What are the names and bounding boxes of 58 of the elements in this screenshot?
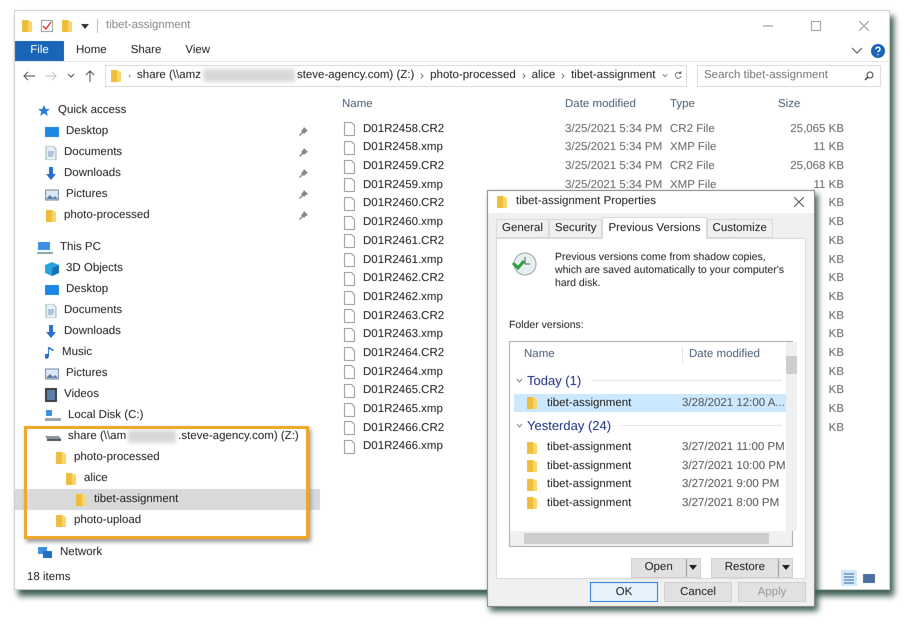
file-name: D01R2461.xmp bbox=[363, 252, 443, 268]
file-name: D01R2462.xmp bbox=[363, 290, 443, 305]
file-size: 25,068 KB bbox=[790, 160, 844, 172]
file-type: CR2 File bbox=[670, 160, 715, 172]
list-label: Folder versions: bbox=[509, 318, 585, 334]
file-size: KB bbox=[828, 290, 844, 303]
window-title: tibet-assignment bbox=[106, 18, 190, 34]
date-modified: 3/25/2021 5:34 PM bbox=[565, 122, 662, 135]
file-type: XMP File bbox=[670, 178, 716, 191]
dialog-title: tibet-assignment Properties bbox=[516, 194, 656, 210]
file-name: D01R2462.CR2 bbox=[363, 271, 444, 286]
file-size: 25,065 KB bbox=[790, 122, 844, 135]
version-date: 3/27/2021 9:00 PM bbox=[682, 477, 780, 492]
file-name: D01R2461.CR2 bbox=[363, 234, 444, 249]
file-name: D01R2463.xmp bbox=[363, 327, 443, 342]
version-name: tibet-assignment bbox=[547, 477, 632, 492]
file-name: D01R2460.xmp bbox=[363, 215, 443, 230]
file-name: D01R2463.CR2 bbox=[363, 308, 444, 324]
version-name: tibet-assignment bbox=[547, 496, 632, 511]
file-type: CR2 File bbox=[670, 122, 715, 135]
file-size: KB bbox=[828, 234, 844, 247]
file-name: D01R2465.CR2 bbox=[363, 383, 444, 398]
file-name: D01R2459.xmp bbox=[363, 178, 443, 193]
file-name: D01R2464.CR2 bbox=[363, 346, 444, 361]
file-size: KB bbox=[828, 197, 844, 210]
file-name: D01R2458.CR2 bbox=[363, 122, 444, 137]
info-text: Previous versions come from shadow copies, which are saved automatically to your computer's hard disk. bbox=[555, 251, 786, 290]
file-name: D01R2465.xmp bbox=[363, 402, 443, 418]
date-modified: 3/25/2021 5:34 PM bbox=[565, 141, 662, 154]
item-count: 18 items bbox=[27, 570, 70, 586]
file-size: KB bbox=[828, 384, 844, 396]
file-name: D01R2460.CR2 bbox=[363, 196, 444, 212]
file-size: KB bbox=[828, 272, 844, 284]
file-name: D01R2466.xmp bbox=[363, 439, 443, 454]
file-size: KB bbox=[828, 254, 844, 266]
file-size: KB bbox=[828, 216, 844, 228]
date-modified: 3/25/2021 5:34 PM bbox=[565, 160, 662, 172]
file-name: D01R2459.CR2 bbox=[363, 159, 444, 174]
file-size: KB bbox=[828, 403, 844, 416]
version-name: tibet-assignment bbox=[547, 440, 632, 456]
file-size: 11 KB bbox=[814, 178, 844, 191]
version-name: tibet-assignment bbox=[547, 396, 632, 411]
file-size: KB bbox=[828, 328, 844, 340]
file-name: D01R2458.xmp bbox=[363, 140, 443, 156]
date-modified: 3/25/2021 5:34 PM bbox=[565, 178, 662, 191]
file-name: D01R2464.xmp bbox=[363, 364, 443, 380]
version-date: 3/27/2021 11:00 PM bbox=[682, 440, 785, 456]
file-name: D01R2466.CR2 bbox=[363, 420, 444, 436]
file-size: KB bbox=[828, 346, 844, 359]
file-size: KB bbox=[828, 366, 844, 378]
version-date: 3/27/2021 8:00 PM bbox=[682, 496, 780, 511]
file-size: 11 KB bbox=[814, 141, 844, 154]
version-name: tibet-assignment bbox=[547, 458, 632, 474]
file-size: KB bbox=[828, 422, 844, 434]
version-date: 3/27/2021 10:00 PM bbox=[682, 458, 786, 474]
file-type: XMP File bbox=[670, 141, 716, 154]
version-date: 3/28/2021 12:00 A... bbox=[682, 396, 785, 411]
file-size: KB bbox=[828, 310, 844, 322]
